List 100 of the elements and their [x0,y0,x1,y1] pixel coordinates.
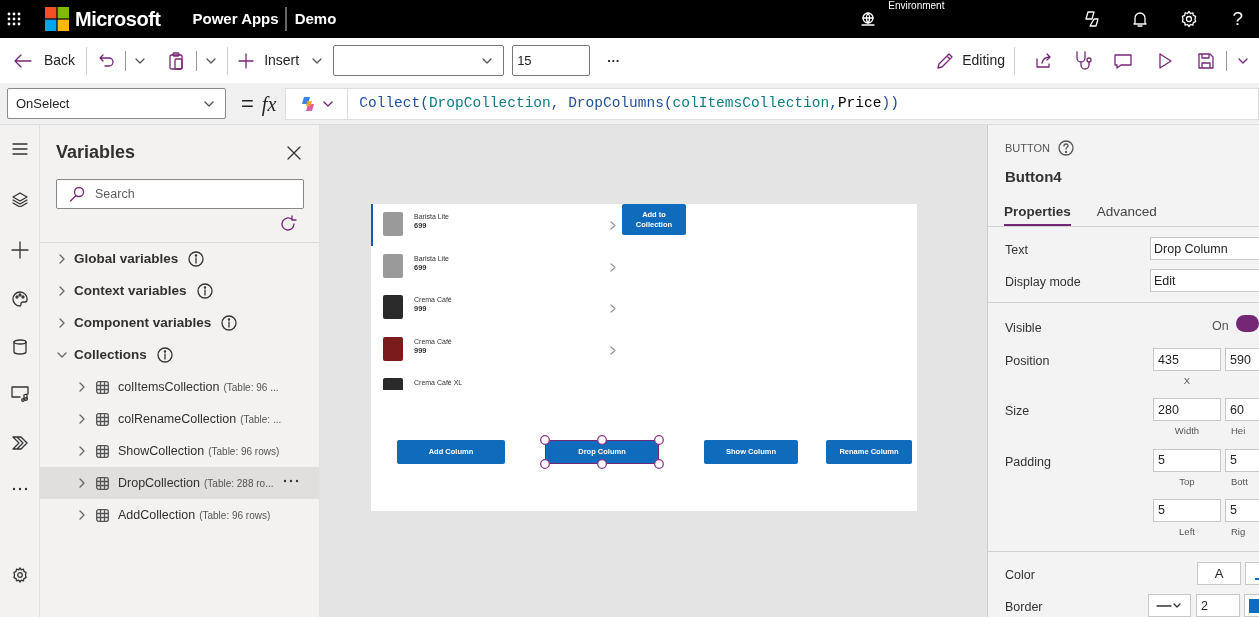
section-header[interactable]: Global variables [40,243,319,275]
border-width-field[interactable]: 2 [1196,594,1240,617]
save-icon[interactable] [1198,52,1214,69]
globe-icon[interactable] [860,11,877,27]
panel-title: Variables [56,141,136,164]
collection-item[interactable]: DropCollection (Table: 288 ro... [40,467,319,499]
table-icon [96,508,109,522]
chevron-right-icon [610,304,616,313]
notification-icon[interactable] [1132,10,1149,28]
collection-item[interactable]: ShowCollection (Table: 96 rows) [40,435,319,467]
search-field[interactable]: Search [56,179,304,209]
table-icon [96,380,109,394]
photo-placeholder [383,295,403,319]
close-icon[interactable] [287,145,301,160]
undo-icon[interactable] [99,52,116,69]
property-label: Padding [1005,453,1052,471]
info-icon [196,283,213,299]
section-header[interactable]: Context variables [40,275,319,307]
chevron-right-icon [610,262,616,272]
border-style-dropdown[interactable] [1148,594,1191,617]
media-icon[interactable] [10,386,29,402]
info-icon [188,251,205,267]
environment-label: Environment [888,0,945,11]
property-field[interactable]: 280 [1153,398,1221,422]
property-dropdown[interactable]: OnSelect [7,88,226,119]
copilot-icon[interactable] [1082,10,1101,28]
search-input[interactable]: Search [95,184,285,204]
collection-name: colRenameCollection (Table: ... [118,410,282,428]
more-icon[interactable] [11,487,28,491]
property-field[interactable]: 5 [1225,448,1259,472]
property-field[interactable]: 5 [1225,498,1259,522]
property-label: Size [1005,403,1031,421]
comment-icon[interactable] [1114,52,1132,69]
plus-icon[interactable] [10,241,29,259]
help-icon[interactable] [1058,140,1075,157]
collection-name: colItemsCollection (Table: 96 ... [118,378,279,396]
field-caption: X [1183,374,1191,388]
help-button[interactable]: ? [1232,4,1243,34]
search-icon [69,186,85,202]
equals-sign: = [241,92,254,115]
collection-item[interactable]: colRenameCollection (Table: ... [40,403,319,435]
database-icon[interactable] [12,339,27,355]
properties-tab[interactable]: Advanced [1096,202,1157,227]
back-arrow-icon [14,53,32,68]
text-color-button[interactable]: A [1197,562,1241,585]
palette-icon[interactable] [11,291,28,307]
font-size-field[interactable]: 15 [512,45,591,76]
photo-placeholder [383,336,403,361]
info-icon [221,315,238,331]
field-caption: Top [1179,474,1195,489]
settings-icon[interactable] [11,567,28,583]
settings-icon[interactable] [1180,10,1199,28]
field-caption: Left [1179,524,1195,539]
property-field[interactable]: Drop Column [1150,237,1259,261]
property-label: Display mode [1005,274,1082,292]
share-icon[interactable] [1034,52,1052,69]
table-icon [96,412,109,426]
photo-placeholder [383,253,403,278]
fx-label: fx [261,91,277,118]
flow-icon[interactable] [11,435,28,451]
property-label: Border [1005,599,1044,616]
property-field[interactable]: 5 [1153,448,1221,472]
clipboard-icon[interactable] [168,51,185,70]
editing-button[interactable]: Editing [936,44,1005,77]
app-launcher-icon[interactable] [7,12,21,26]
table-icon [96,476,109,490]
back-button[interactable]: Back [12,44,78,77]
property-field[interactable]: 60 [1225,398,1259,422]
field-caption: Hei [1231,424,1246,439]
refresh-icon[interactable] [279,215,297,233]
control-name: Button4 [1004,166,1063,187]
property-label: Color [1005,567,1036,584]
field-caption: Rig [1231,524,1246,539]
info-icon [156,347,173,363]
collection-name: DropCollection (Table: 288 ro... [118,474,274,492]
section-header[interactable]: Collections [40,339,319,371]
play-icon[interactable] [1157,52,1173,69]
font-dropdown[interactable] [333,45,505,76]
more-icon[interactable] [283,479,299,483]
layers-icon[interactable] [11,191,28,207]
plus-icon [238,52,255,69]
property-field[interactable]: 435 [1153,348,1221,371]
visible-toggle[interactable] [1235,315,1259,333]
more-button[interactable]: ··· [607,50,621,71]
property-field[interactable]: 590 [1225,348,1259,371]
logo-icon [45,7,69,31]
property-field[interactable]: 5 [1153,498,1221,522]
properties-tab[interactable]: Properties [1004,202,1071,227]
photo-placeholder [383,212,403,236]
product-name[interactable]: Power Apps [192,7,279,31]
stethoscope-icon[interactable] [1074,50,1092,71]
section-header[interactable]: Component variables [40,307,319,339]
property-label: Text [1005,242,1029,260]
control-type: BUTTON [1005,141,1051,156]
property-field[interactable]: Edit [1150,269,1259,293]
collection-item[interactable]: colItemsCollection (Table: 96 ... [40,371,319,403]
collection-item[interactable]: AddCollection (Table: 96 rows) [40,499,319,531]
menu-icon[interactable] [11,143,28,155]
insert-button[interactable]: Insert [238,44,326,77]
collection-name: ShowCollection (Table: 96 rows) [118,442,280,460]
